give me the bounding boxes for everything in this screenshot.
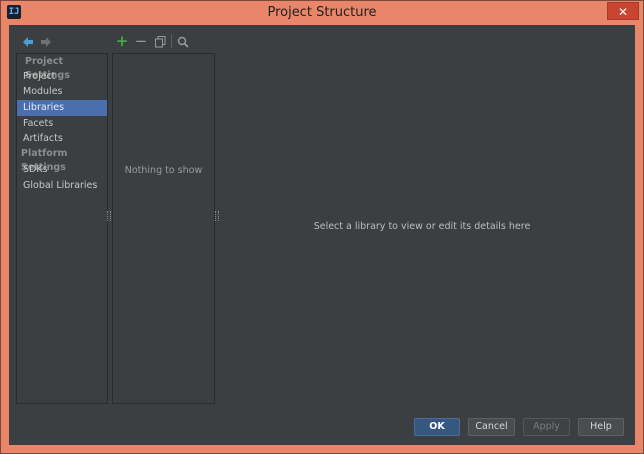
close-button[interactable]: ✕ [607,2,639,20]
platform-settings-header: Platform Settings [21,148,68,173]
nav-item-facets[interactable]: Facets [17,116,107,132]
project-structure-window: IJ Project Structure ✕ + − Project Setti… [0,0,644,454]
search-icon[interactable] [176,35,190,49]
library-list[interactable] [112,53,215,404]
back-arrow-icon[interactable] [21,35,35,49]
empty-list-message: Nothing to show [124,165,203,176]
forward-arrow-icon[interactable] [39,35,53,49]
cancel-button[interactable]: Cancel [468,418,515,436]
dialog-content: + − Project Settings Project Modules Lib… [9,25,635,445]
nav-item-modules[interactable]: Modules [17,84,107,100]
remove-icon[interactable]: − [134,34,148,49]
add-icon[interactable]: + [115,34,129,49]
nav-splitter-handle[interactable] [107,211,111,221]
title-bar[interactable]: IJ Project Structure ✕ [1,1,643,25]
toolbar-separator [171,34,172,48]
copy-icon[interactable] [153,35,167,49]
nav-item-global-libraries[interactable]: Global Libraries [17,178,107,194]
apply-button[interactable]: Apply [523,418,570,436]
ok-button[interactable]: OK [414,418,460,436]
nav-item-project[interactable]: Project [17,69,107,85]
settings-nav: Project Settings Project Modules Librari… [16,53,108,404]
list-splitter-handle[interactable] [215,211,219,221]
window-frame-bottom [1,445,643,453]
window-frame-left [1,25,9,447]
window-frame-right [635,25,643,447]
nav-item-sdks[interactable]: SDKs [17,162,107,178]
nav-item-artifacts[interactable]: Artifacts [17,131,107,147]
window-title: Project Structure [267,5,377,20]
project-settings-header: Project Settings [25,56,70,81]
nav-item-libraries[interactable]: Libraries [17,100,107,116]
help-button[interactable]: Help [578,418,624,436]
details-placeholder: Select a library to view or edit its det… [313,221,531,232]
